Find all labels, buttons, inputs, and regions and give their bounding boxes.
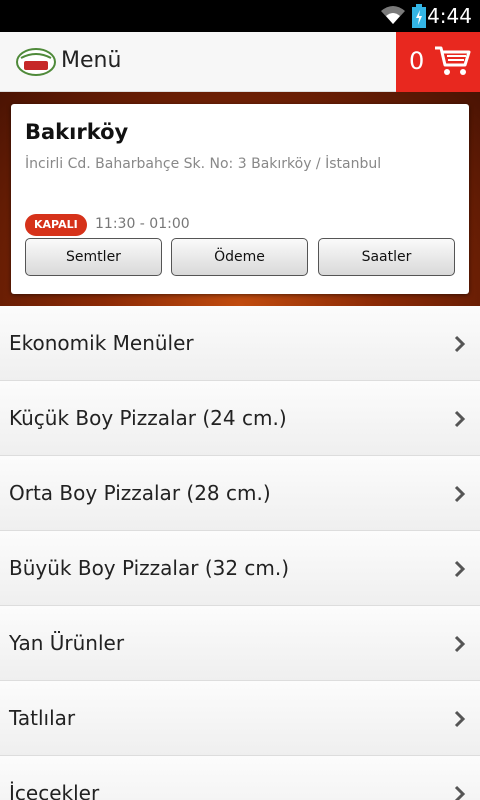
chevron-right-icon [454, 635, 466, 657]
menu-item-medium-pizzas[interactable]: Orta Boy Pizzalar (28 cm.) [0, 456, 480, 531]
opening-hours: 11:30 - 01:00 [95, 216, 190, 232]
status-bar: 4:44 [0, 0, 480, 32]
menu-item-label: Büyük Boy Pizzalar (32 cm.) [9, 556, 290, 580]
menu-item-label: İçecekler [9, 781, 100, 800]
menu-item-small-pizzas[interactable]: Küçük Boy Pizzalar (24 cm.) [0, 381, 480, 456]
menu-item-side-products[interactable]: Yan Ürünler [0, 606, 480, 681]
chevron-right-icon [454, 485, 466, 507]
action-bar: Menü 0 [0, 32, 480, 92]
branch-card: Bakırköy İncirli Cd. Baharbahçe Sk. No: … [11, 104, 469, 294]
chevron-right-icon [454, 335, 466, 357]
menu-item-large-pizzas[interactable]: Büyük Boy Pizzalar (32 cm.) [0, 531, 480, 606]
branch-name: Bakırköy [25, 120, 129, 144]
menu-item-desserts[interactable]: Tatlılar [0, 681, 480, 756]
chevron-right-icon [454, 560, 466, 582]
menu-item-label: Orta Boy Pizzalar (28 cm.) [9, 481, 271, 505]
wifi-icon [380, 5, 406, 29]
chevron-right-icon [454, 785, 466, 800]
menu-list: Ekonomik Menüler Küçük Boy Pizzalar (24 … [0, 306, 480, 800]
shopping-cart-icon [433, 45, 471, 81]
chevron-right-icon [454, 410, 466, 432]
menu-item-label: Ekonomik Menüler [9, 331, 194, 355]
hours-button[interactable]: Saatler [318, 238, 455, 276]
menu-item-economic-menus[interactable]: Ekonomik Menüler [0, 306, 480, 381]
chevron-right-icon [454, 710, 466, 732]
pizza-logo[interactable] [16, 48, 56, 80]
menu-item-label: Tatlılar [9, 706, 76, 730]
districts-button[interactable]: Semtler [25, 238, 162, 276]
menu-item-label: Küçük Boy Pizzalar (24 cm.) [9, 406, 287, 430]
page-title: Menü [61, 48, 122, 73]
menu-item-beverages[interactable]: İçecekler [0, 756, 480, 800]
status-badge: KAPALI [25, 214, 87, 236]
branch-address: İncirli Cd. Baharbahçe Sk. No: 3 Bakırkö… [25, 156, 382, 172]
branch-banner: Bakırköy İncirli Cd. Baharbahçe Sk. No: … [0, 92, 480, 306]
battery-icon [412, 4, 426, 32]
menu-item-label: Yan Ürünler [9, 631, 125, 655]
cart-count: 0 [409, 47, 425, 75]
payment-button[interactable]: Ödeme [171, 238, 308, 276]
cart-button[interactable]: 0 [396, 32, 480, 92]
status-time: 4:44 [427, 4, 472, 28]
